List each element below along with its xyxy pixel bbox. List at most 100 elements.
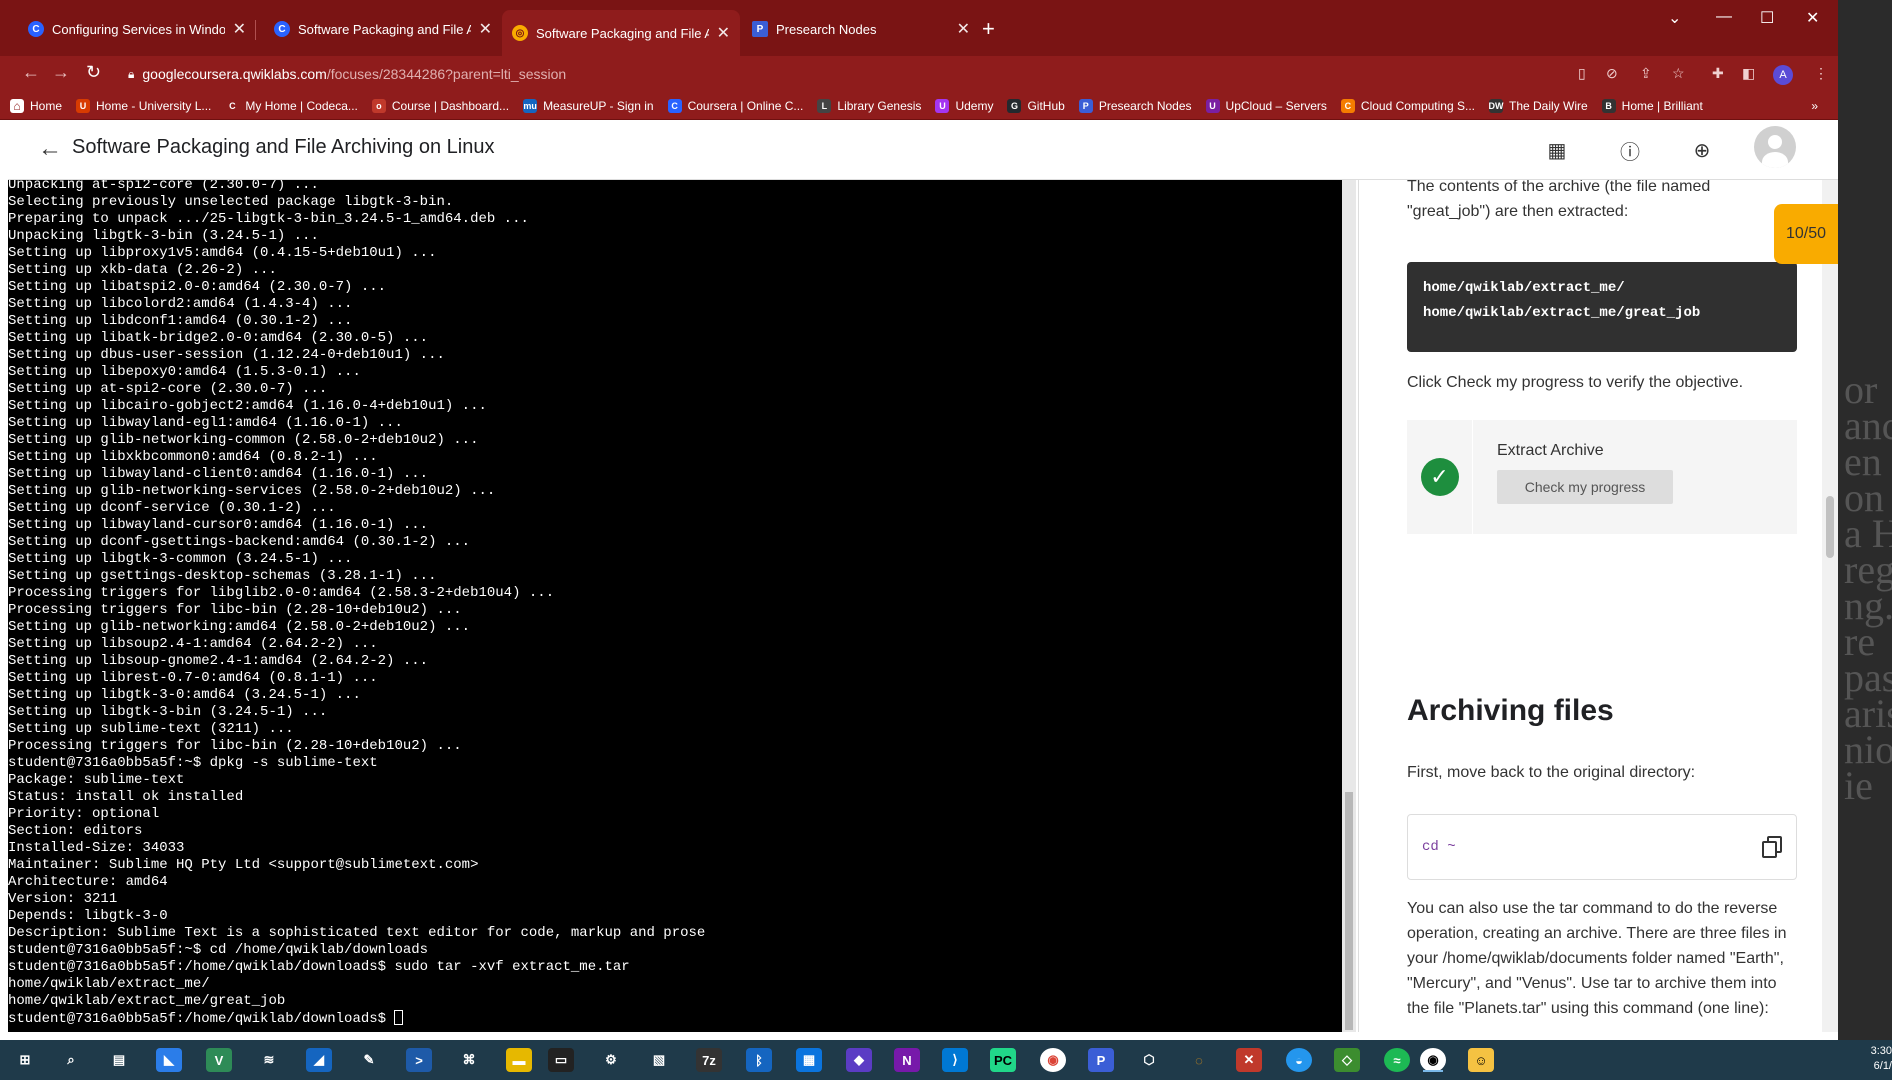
tab-title: Configuring Services in Windows [52,21,225,37]
docker-icon[interactable]: ◒ [1286,1048,1312,1072]
back-arrow-icon[interactable]: ← [38,135,62,163]
tracking-blocked-icon[interactable]: ⊘ [1606,65,1618,82]
app-icon-notes[interactable]: ▧ [646,1048,672,1072]
back-button[interactable]: ← [22,62,40,83]
tab-software-packaging-coursera[interactable]: C Software Packaging and File Arch ✕ [264,10,502,48]
calendar-icon[interactable]: ▦ [796,1048,822,1072]
copy-icon[interactable] [1762,836,1782,858]
terminal-line: Setting up libcairo-gobject2:amd64 (1.16… [8,398,487,414]
spotify-icon[interactable]: ≈ [1384,1048,1410,1072]
language-globe-icon[interactable]: ⊕ [1688,136,1716,164]
bookmark-label: Home | Brilliant [1621,98,1703,113]
terminal-line: Processing triggers for libglib2.0-0:amd… [8,585,555,601]
tab-presearch-nodes[interactable]: P Presearch Nodes ✕ [742,10,980,48]
extensions-puzzle-icon[interactable]: ✚ [1712,65,1724,82]
gitkraken-icon[interactable]: ◇ [1334,1048,1360,1072]
jupyter-icon[interactable]: ◌ [1186,1048,1212,1072]
terminal-console[interactable]: Unpacking at-spi2-core (2.30.0-7) ... Se… [8,180,1342,1032]
terminal-icon[interactable]: ▭ [548,1048,574,1072]
progress-score-badge[interactable]: 10/50 [1774,204,1838,264]
panel-scroll-thumb[interactable] [1826,496,1834,558]
chrome-active-icon[interactable]: ◉ [1420,1048,1446,1072]
help-icon[interactable]: ⓘ [1616,136,1644,164]
close-tab-icon[interactable]: ✕ [957,19,970,39]
bookmark-item[interactable]: C My Home | Codeca... [225,98,358,113]
maximize-button[interactable]: ☐ [1760,8,1774,28]
close-tab-icon[interactable]: ✕ [717,23,730,43]
settings-gear-icon[interactable]: ⚙ [598,1048,624,1072]
share-icon[interactable]: ⇪ [1640,65,1652,82]
powershell-icon[interactable]: > [406,1048,432,1072]
app-icon-5[interactable]: ✎ [356,1048,382,1072]
windows-taskbar: ⊞ ⌕ ▤ ◣ V ≋ ◢ ✎ > ⌘ ▬ ▭ ⚙ ▧ 7z ᛒ ▦ ◆ N ⟩… [0,1040,1892,1080]
terminal-scrollbar[interactable] [1342,180,1356,1032]
minimize-button[interactable]: — [1716,8,1732,26]
cd-command: cd ~ [1422,839,1456,855]
bookmark-star-icon[interactable]: ☆ [1672,65,1685,82]
close-window-button[interactable]: ✕ [1806,8,1819,28]
search-icon[interactable]: ⌕ [58,1048,84,1072]
profile-avatar[interactable]: A [1773,65,1793,85]
panel-scrollbar[interactable] [1822,180,1838,1032]
file-explorer-icon[interactable]: ▬ [506,1048,532,1072]
presearch-icon[interactable]: P [1088,1048,1114,1072]
bookmark-item[interactable]: B Home | Brilliant [1601,98,1703,113]
terminal-line: Processing triggers for libc-bin (2.28-1… [8,602,462,618]
app-icon-3[interactable]: ≋ [256,1048,282,1072]
address-bar[interactable]: 🔒︎ googlecoursera.qwiklabs.com/focuses/2… [120,60,1570,88]
bookmark-item[interactable]: L Library Genesis [817,98,922,113]
reload-button[interactable]: ↻ [86,62,101,83]
terminal-line: Setting up libwayland-egl1:amd64 (1.16.0… [8,415,403,431]
app-icon-4[interactable]: ◢ [306,1048,332,1072]
bookmark-item[interactable]: C Coursera | Online C... [667,98,803,113]
bluetooth-icon[interactable]: ᛒ [746,1048,772,1072]
bookmarks-overflow-button[interactable]: » [1811,99,1818,113]
bookmark-label: Library Genesis [837,98,922,113]
tab-configuring-services[interactable]: C Configuring Services in Windows ✕ [18,10,256,48]
bookmark-favicon-icon: G [1007,98,1022,113]
bookmark-item[interactable]: P Presearch Nodes [1078,98,1192,113]
bookmark-item[interactable]: C Cloud Computing S... [1340,98,1475,113]
dashboard-icon[interactable]: ▦ [1543,136,1571,164]
bookmark-item[interactable]: ⌂ Home [10,98,62,113]
bookmarks-bar: ⌂ Home U Home - University L... C My Home | C… [0,92,1838,120]
bookmark-item[interactable]: U UpCloud – Servers [1205,98,1327,113]
chrome-icon[interactable]: ◉ [1040,1048,1066,1072]
7zip-icon[interactable]: 7z [696,1048,722,1072]
reading-mode-icon[interactable]: ▯ [1578,65,1586,82]
vue-app-icon[interactable]: V [206,1048,232,1072]
bookmark-label: Course | Dashboard... [391,98,510,113]
new-tab-button[interactable]: + [982,16,995,42]
virtualbox-icon[interactable]: ⬡ [1136,1048,1162,1072]
bookmark-item[interactable]: G GitHub [1007,98,1065,113]
vscode-icon[interactable]: ⟩ [942,1048,968,1072]
bookmark-item[interactable]: U Home - University L... [76,98,211,113]
side-panel-icon[interactable]: ◧ [1742,65,1755,82]
network-icon[interactable]: ⌘ [456,1048,482,1072]
user-avatar[interactable] [1754,126,1796,168]
onenote-icon[interactable]: N [894,1048,920,1072]
app-icon-red[interactable]: ✕ [1236,1048,1262,1072]
kebab-menu-icon[interactable]: ⋮ [1814,65,1828,82]
close-tab-icon[interactable]: ✕ [233,19,246,39]
app-icon-last[interactable]: ☺ [1468,1048,1494,1072]
task-view-icon[interactable]: ▤ [106,1048,132,1072]
terminal-line: Package: sublime-text [8,772,185,788]
app-icon-1[interactable]: ◣ [156,1048,182,1072]
app-icon-obsidian[interactable]: ◆ [846,1048,872,1072]
pycharm-icon[interactable]: PC [990,1048,1016,1072]
terminal-scroll-thumb[interactable] [1345,792,1353,1030]
forward-button[interactable]: → [52,62,70,83]
close-tab-icon[interactable]: ✕ [479,19,492,39]
bookmark-item[interactable]: o Course | Dashboard... [371,98,510,113]
windows-start-icon[interactable]: ⊞ [12,1048,38,1072]
tab-search-chevron-icon[interactable]: ⌄ [1668,8,1681,28]
bookmark-item[interactable]: U Udemy [935,98,993,113]
bookmark-item[interactable]: DW The Daily Wire [1488,98,1588,113]
bookmark-label: GitHub [1027,98,1065,113]
check-my-progress-button[interactable]: Check my progress [1497,470,1673,504]
tab-software-packaging-qwiklabs[interactable]: ◎ Software Packaging and File Arch ✕ [502,10,740,56]
terminal-cursor [394,1010,404,1025]
system-clock[interactable]: 3:30 6/1/ [1862,1044,1892,1074]
bookmark-item[interactable]: mu MeasureUP - Sign in [523,98,654,113]
